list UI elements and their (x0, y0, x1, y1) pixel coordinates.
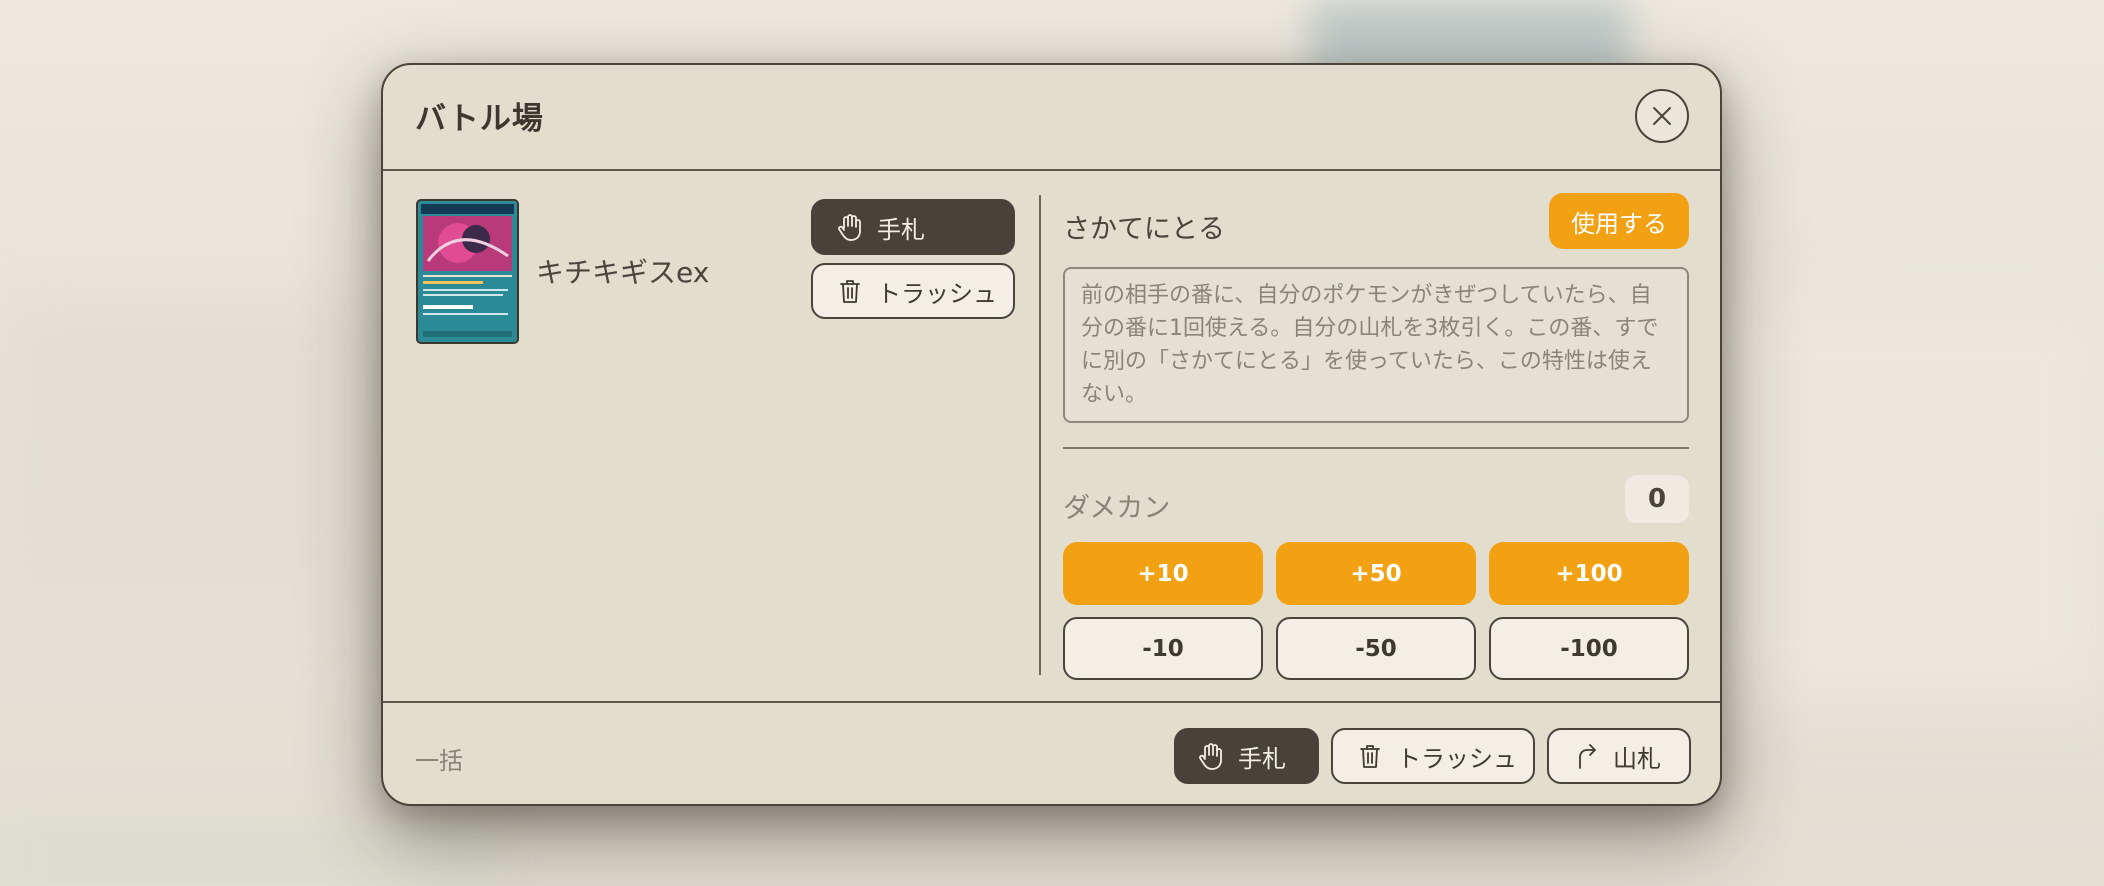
battle-field-dialog: バトル場 キチキギスex 手札 トラッシュ さかてにとる 使用する 前の相手の番… (381, 63, 1722, 806)
trash-icon (1355, 741, 1385, 771)
bulk-hand-label: 手札 (1238, 744, 1286, 773)
close-icon (1653, 107, 1671, 125)
bulk-deck-label: 山札 (1613, 744, 1661, 773)
card-art (418, 201, 517, 342)
to-hand-label: 手札 (877, 215, 925, 244)
to-trash-button[interactable]: トラッシュ (811, 263, 1015, 319)
section-divider (1063, 447, 1689, 449)
damage-minus-10-button[interactable]: -10 (1063, 617, 1263, 680)
hand-icon (1196, 741, 1226, 771)
dialog-title: バトル場 (415, 101, 544, 137)
pane-divider (1039, 195, 1041, 675)
damage-plus-100-button[interactable]: +100 (1489, 542, 1689, 605)
bulk-trash-label: トラッシュ (1397, 744, 1517, 773)
bulk-label: 一括 (415, 747, 463, 775)
ability-pane: さかてにとる 使用する 前の相手の番に、自分のポケモンがきぜつしていたら、自分の… (1063, 171, 1689, 701)
card-pane: キチキギスex 手札 トラッシュ (383, 171, 1039, 701)
damage-plus-10-button[interactable]: +10 (1063, 542, 1263, 605)
background-blur (0, 300, 380, 600)
card-thumbnail[interactable] (416, 199, 519, 344)
damage-minus-50-button[interactable]: -50 (1276, 617, 1476, 680)
use-ability-button[interactable]: 使用する (1549, 193, 1689, 249)
bulk-to-deck-button[interactable]: 山札 (1547, 728, 1691, 784)
background-blur (0, 826, 500, 886)
dialog-header: バトル場 (383, 65, 1720, 171)
to-trash-label: トラッシュ (877, 279, 997, 308)
damage-counter-value: 0 (1625, 475, 1689, 523)
card-name: キチキギスex (536, 256, 710, 289)
close-button[interactable] (1635, 89, 1689, 143)
return-arrow-icon (1571, 741, 1601, 771)
trash-icon (835, 276, 865, 306)
ability-description: 前の相手の番に、自分のポケモンがきぜつしていたら、自分の番に1回使える。自分の山… (1063, 267, 1689, 423)
damage-plus-50-button[interactable]: +50 (1276, 542, 1476, 605)
hand-icon (835, 212, 865, 242)
damage-minus-100-button[interactable]: -100 (1489, 617, 1689, 680)
bulk-to-hand-button[interactable]: 手札 (1174, 728, 1319, 784)
bulk-to-trash-button[interactable]: トラッシュ (1331, 728, 1535, 784)
to-hand-button[interactable]: 手札 (811, 199, 1015, 255)
damage-counter-label: ダメカン (1063, 493, 1171, 524)
ability-name: さかてにとる (1063, 214, 1225, 245)
background-blur (1700, 300, 2104, 700)
dialog-footer: 一括 手札 トラッシュ 山札 (383, 701, 1720, 804)
